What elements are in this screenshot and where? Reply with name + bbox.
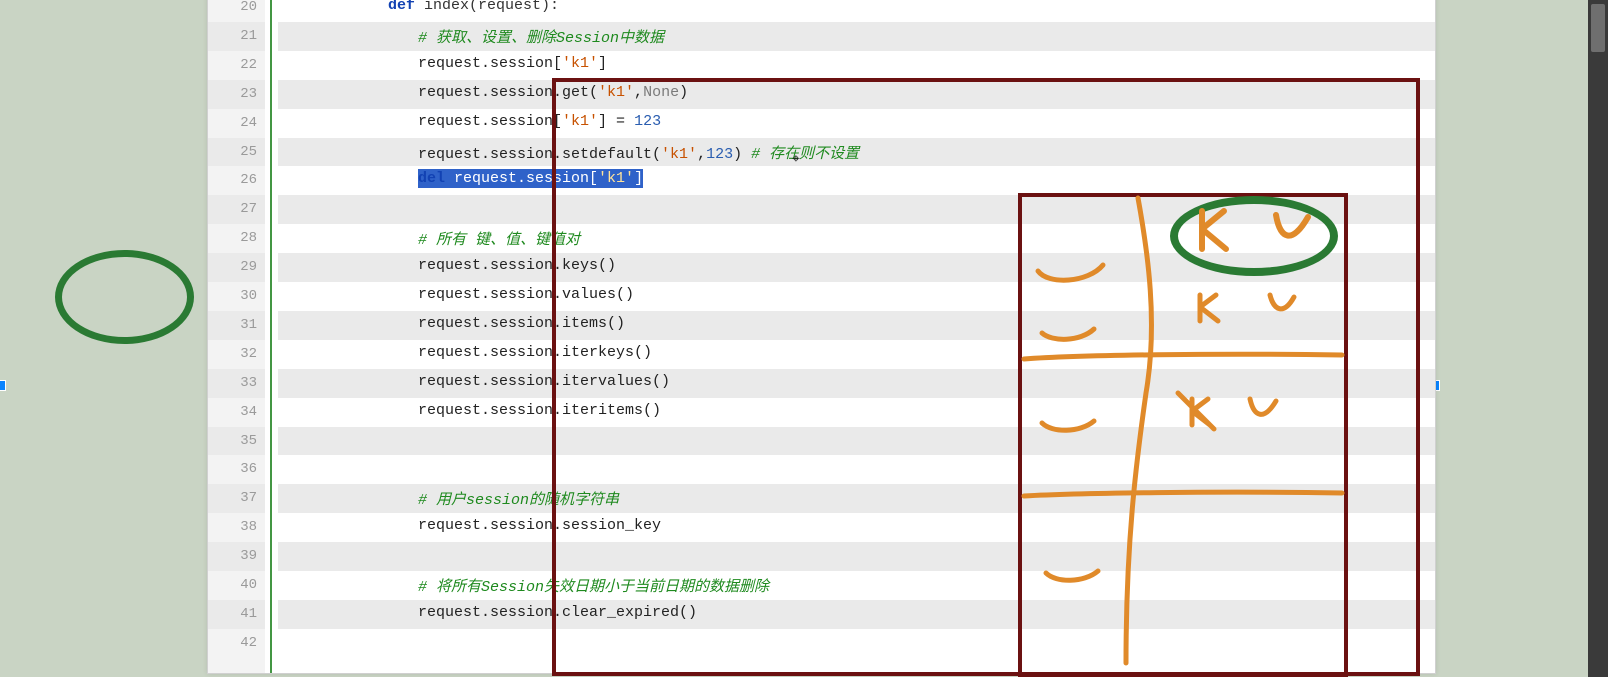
line-number: 29 [240, 253, 257, 282]
code-line[interactable] [278, 195, 1435, 224]
line-number: 31 [240, 311, 257, 340]
code-text: request.session.clear_expired() [418, 604, 697, 621]
code-text: # 用户session的随机字符串 [418, 488, 619, 509]
line-number: 42 [240, 629, 257, 658]
line-number: 41 [240, 600, 257, 629]
gutter-line: 27 [208, 195, 265, 224]
code-text: # 将所有Session失效日期小于当前日期的数据删除 [418, 575, 769, 596]
code-text: # 获取、设置、删除Session中数据 [418, 26, 664, 47]
gutter-line: 30 [208, 282, 265, 311]
code-text: request.session.setdefault('k1',123) # 存… [418, 142, 859, 163]
selection-highlight: del request.session['k1'] [418, 169, 643, 188]
gutter-line: 22 [208, 51, 265, 80]
line-number: 30 [240, 282, 257, 311]
scrollbar-thumb[interactable] [1591, 4, 1605, 52]
code-text: request.session['k1'] = 123 [418, 113, 661, 130]
code-line[interactable] [278, 629, 1435, 658]
gutter-line: 23 [208, 80, 265, 109]
vcs-change-strip [270, 0, 272, 673]
line-number: 40 [240, 571, 257, 600]
gutter-line: 25 [208, 138, 265, 167]
line-number: 35 [240, 427, 257, 456]
vertical-scrollbar[interactable] [1588, 0, 1608, 677]
line-number: 32 [240, 340, 257, 369]
code-text: # 所有 键、值、键值对 [418, 228, 580, 249]
gutter-line: 20 [208, 0, 265, 22]
selection-handle-left[interactable] [0, 380, 6, 391]
line-number: 22 [240, 51, 257, 80]
gutter-line: 33 [208, 369, 265, 398]
code-line[interactable] [278, 455, 1435, 484]
line-number: 37 [240, 484, 257, 513]
line-gutter: 2021222324252627282930313233343536373839… [208, 0, 265, 673]
gutter-line: 41 [208, 600, 265, 629]
line-number: 26 [240, 166, 257, 195]
code-line[interactable] [278, 427, 1435, 456]
code-line[interactable] [278, 542, 1435, 571]
line-number: 24 [240, 109, 257, 138]
gutter-line: 26 [208, 166, 265, 195]
line-number: 38 [240, 513, 257, 542]
line-number: 36 [240, 455, 257, 484]
code-text: request.session.session_key [418, 517, 661, 534]
line-number: 33 [240, 369, 257, 398]
line-number: 28 [240, 224, 257, 253]
gutter-line: 24 [208, 109, 265, 138]
gutter-line: 36 [208, 455, 265, 484]
gutter-line: 39 [208, 542, 265, 571]
gutter-line: 37 [208, 484, 265, 513]
code-text: request.session.values() [418, 286, 634, 303]
line-number: 20 [240, 0, 257, 22]
gutter-line: 29 [208, 253, 265, 282]
line-number: 39 [240, 542, 257, 571]
code-text: request.session.get('k1',None) [418, 84, 688, 101]
gutter-line: 40 [208, 571, 265, 600]
code-area[interactable]: def index(request): # 获取、设置、删除Session中数据 r… [278, 0, 1435, 673]
line-number: 34 [240, 398, 257, 427]
gutter-line: 31 [208, 311, 265, 340]
code-text: request.session.iteritems() [418, 402, 661, 419]
gutter-line: 42 [208, 629, 265, 658]
gutter-line: 32 [208, 340, 265, 369]
code-text: def index(request): [388, 0, 559, 14]
gutter-line: 21 [208, 22, 265, 51]
gutter-line: 34 [208, 398, 265, 427]
code-text: request.session.keys() [418, 257, 616, 274]
line-number: 21 [240, 22, 257, 51]
annotation-ellipse-left [55, 250, 194, 344]
line-number: 27 [240, 195, 257, 224]
code-editor[interactable]: 2021222324252627282930313233343536373839… [207, 0, 1436, 674]
gutter-line: 28 [208, 224, 265, 253]
code-text: request.session.iterkeys() [418, 344, 652, 361]
code-text: request.session.itervalues() [418, 373, 670, 390]
canvas: 2021222324252627282930313233343536373839… [0, 0, 1608, 677]
code-text: del request.session['k1'] [418, 170, 643, 187]
code-text: request.session.items() [418, 315, 625, 332]
line-number: 23 [240, 80, 257, 109]
line-number: 25 [240, 138, 257, 167]
code-text: request.session['k1'] [418, 55, 607, 72]
gutter-line: 38 [208, 513, 265, 542]
gutter-line: 35 [208, 427, 265, 456]
